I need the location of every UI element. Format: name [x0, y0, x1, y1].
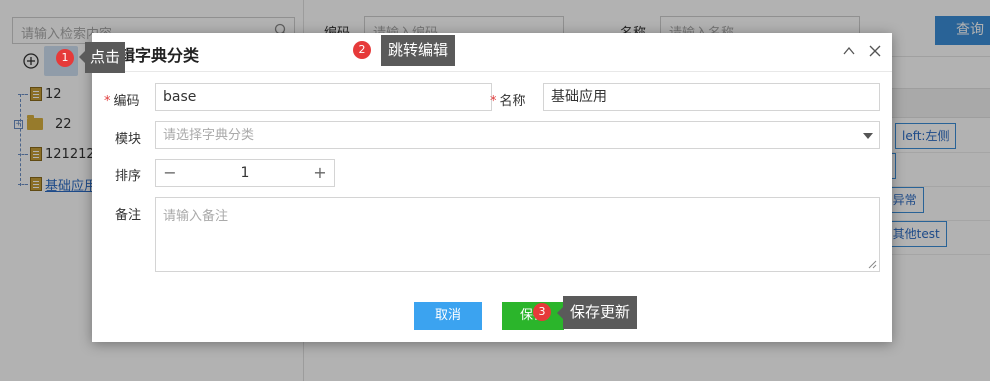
sort-label: 排序 [115, 169, 142, 184]
step-callout-3: 保存更新 [563, 296, 638, 329]
step-callout-2: 跳转编辑 [381, 35, 456, 66]
sort-stepper[interactable]: − 1 + [155, 159, 335, 187]
code-label: * 编码 [104, 94, 140, 109]
step-badge-2: 2 [353, 41, 371, 59]
required-mark: * [490, 94, 497, 109]
edit-dictionary-category-dialog: 编辑字典分类 * 编码 base * 名称 基础应用 模块 请选择字典分类 排序 −… [92, 33, 892, 342]
dialog-header: 编辑字典分类 [92, 33, 892, 72]
name-input[interactable]: 基础应用 [543, 83, 880, 111]
sort-value: 1 [240, 165, 250, 181]
remark-label: 备注 [115, 208, 142, 223]
code-input[interactable]: base [155, 83, 492, 111]
collapse-icon[interactable] [842, 44, 856, 58]
decrement-button[interactable]: − [156, 160, 184, 186]
remark-textarea[interactable]: 请输入备注 [155, 197, 880, 272]
resize-grip-icon[interactable] [868, 260, 877, 269]
module-select[interactable]: 请选择字典分类 [155, 121, 880, 149]
module-label: 模块 [115, 132, 142, 147]
dropdown-caret-icon [863, 133, 873, 139]
increment-button[interactable]: + [306, 160, 334, 186]
close-icon[interactable] [868, 44, 882, 58]
remark-placeholder: 请输入备注 [163, 209, 229, 224]
name-label: * 名称 [490, 94, 526, 109]
code-value: base [163, 89, 197, 105]
name-value: 基础应用 [551, 89, 607, 105]
step-badge-3: 3 [533, 303, 551, 321]
module-placeholder: 请选择字典分类 [163, 128, 255, 143]
cancel-button[interactable]: 取消 [414, 302, 482, 330]
step-badge-1: 1 [56, 49, 74, 67]
required-mark: * [104, 94, 111, 109]
step-callout-1: 点击 [85, 42, 126, 73]
